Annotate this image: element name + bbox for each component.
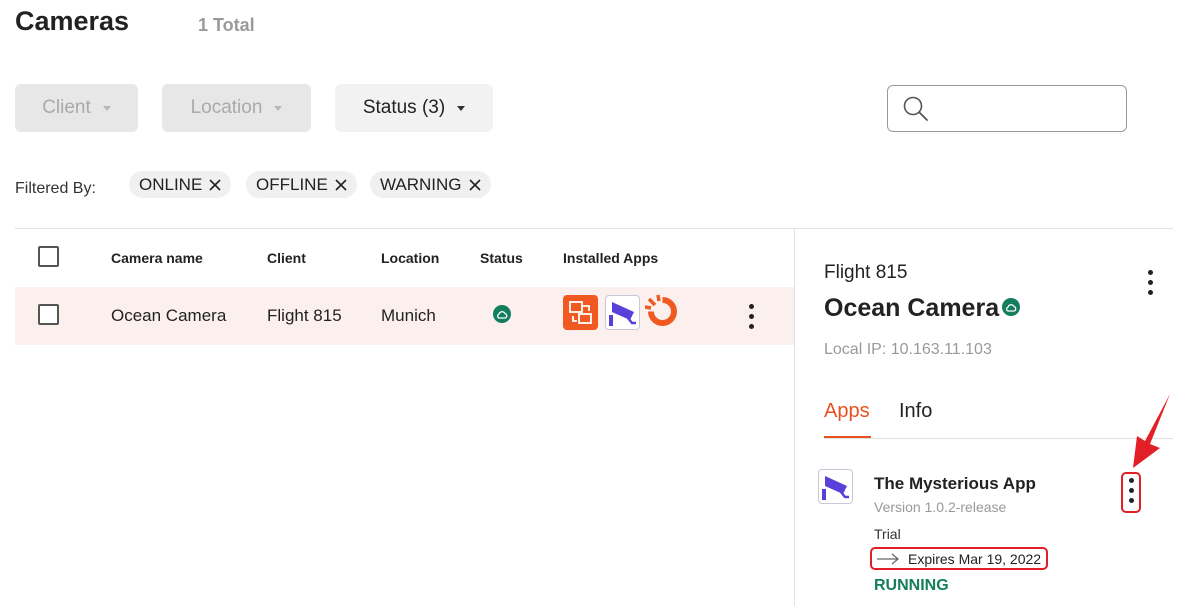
chip-label: OFFLINE (256, 174, 328, 194)
panel-client-name: Flight 815 (824, 262, 908, 283)
camera-name-cell: Ocean Camera (111, 306, 227, 325)
app-name: The Mysterious App (874, 474, 1036, 493)
location-cell: Munich (381, 306, 436, 325)
filter-chip-offline: OFFLINE (246, 171, 357, 198)
total-count: 1 Total (198, 15, 255, 35)
filter-chip-online: ONLINE (129, 171, 232, 198)
status-filter-label: Status (3) (362, 97, 446, 118)
column-header-installed-apps: Installed Apps (563, 250, 659, 266)
annotation-arrow-icon (1133, 394, 1170, 468)
select-all-checkbox[interactable] (38, 246, 59, 267)
page-title: Cameras (15, 6, 130, 36)
tab-apps[interactable]: Apps (824, 400, 870, 423)
app-license-type: Trial (874, 526, 901, 542)
local-ip: Local IP: 10.163.11.103 (824, 341, 992, 358)
app-more-options-icon[interactable] (1126, 478, 1136, 503)
client-filter-label: Client (42, 97, 91, 118)
security-camera-app-icon[interactable] (605, 295, 640, 330)
close-icon[interactable] (335, 178, 347, 191)
security-camera-app-icon (818, 469, 853, 504)
chevron-down-icon (274, 105, 283, 111)
panel-more-options-icon[interactable] (1145, 270, 1155, 295)
filter-chip-warning: WARNING (370, 171, 491, 198)
client-cell: Flight 815 (267, 306, 342, 325)
close-icon[interactable] (468, 178, 481, 191)
cloud-icon (497, 310, 508, 319)
row-checkbox[interactable] (38, 304, 59, 325)
search-icon (903, 96, 928, 121)
filtered-by-label: Filtered By: (15, 180, 96, 197)
status-filter-dropdown[interactable]: Status (3) (335, 84, 493, 132)
table-top-divider (15, 228, 1173, 229)
app-expiry-text: Expires Mar 19, 2022 (908, 550, 1042, 567)
chevron-down-icon (457, 105, 466, 111)
app-state: RUNNING (874, 577, 949, 594)
chevron-down-icon (102, 105, 111, 111)
column-header-status[interactable]: Status (480, 250, 523, 266)
column-header-client[interactable]: Client (267, 250, 306, 266)
app-expiry: Expires Mar 19, 2022 (870, 547, 1048, 570)
location-filter-label: Location (190, 97, 263, 118)
screen-transfer-app-icon[interactable] (563, 295, 598, 330)
location-filter-dropdown[interactable]: Location (162, 84, 311, 132)
panel-camera-name: Ocean Camera (824, 294, 999, 323)
column-header-camera-name[interactable]: Camera name (111, 250, 203, 266)
panel-camera-title: Ocean Camera (824, 294, 1000, 322)
app-version: Version 1.0.2-release (874, 499, 1007, 515)
chip-label: WARNING (380, 174, 462, 194)
tab-info[interactable]: Info (899, 400, 932, 423)
online-status-icon (1002, 298, 1020, 316)
row-more-options-icon[interactable] (746, 304, 756, 329)
active-tab-indicator (824, 436, 871, 438)
panel-divider (794, 229, 795, 606)
column-header-location[interactable]: Location (381, 250, 439, 266)
online-status-icon (493, 305, 511, 323)
cloud-icon (1006, 303, 1017, 312)
chip-label: ONLINE (139, 174, 203, 194)
client-filter-dropdown[interactable]: Client (15, 84, 138, 132)
close-icon[interactable] (209, 178, 221, 191)
orange-ring-app-icon[interactable] (644, 294, 680, 329)
search-input[interactable] (887, 85, 1127, 132)
arrow-right-icon (877, 553, 900, 564)
